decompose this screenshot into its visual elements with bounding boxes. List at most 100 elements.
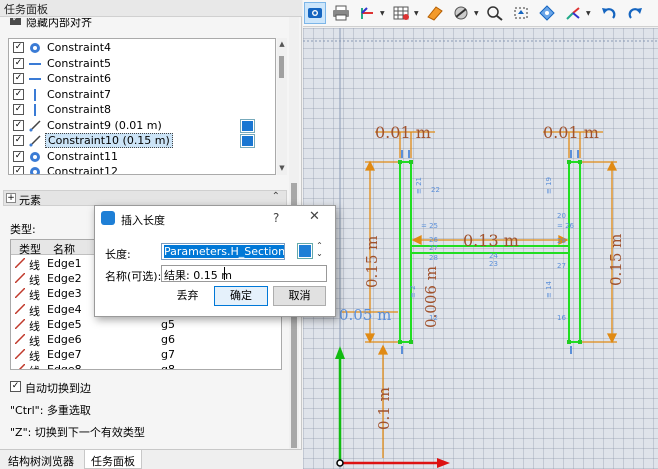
orbit-dropdown-icon[interactable]: ▼ xyxy=(586,10,591,17)
dialog-title: 插入长度 xyxy=(121,214,165,227)
expression-icon[interactable] xyxy=(240,134,255,148)
constraint-label: Constraint12 xyxy=(47,165,119,175)
constraint-list[interactable]: ✓ Constraint4 ✓ Constraint5 ✓ Constraint6 ✓ Con… xyxy=(8,38,276,175)
svg-text:20: 20 xyxy=(557,212,566,220)
undo-icon[interactable] xyxy=(598,2,620,24)
column-header-name[interactable]: 名称 xyxy=(53,241,75,257)
redo-icon[interactable] xyxy=(624,2,646,24)
scroll-up-arrow-icon[interactable]: ▲ xyxy=(277,40,287,48)
length-spinner-icon[interactable]: ⌃ ⌄ xyxy=(314,242,325,260)
svg-text:16: 16 xyxy=(557,314,566,322)
constraint-checkbox[interactable]: ✓ xyxy=(13,57,24,69)
table-row[interactable]: 线 Edge7 g7 xyxy=(11,347,281,363)
hint-ctrl-text: "Ctrl": 多重选取 xyxy=(10,404,91,417)
hide-internal-alignment-label: 隐藏内部对齐 xyxy=(26,18,92,29)
orbit-icon[interactable] xyxy=(562,2,584,24)
constraint-checkbox[interactable]: ✓ xyxy=(13,73,24,84)
constraint-list-scrollbar[interactable]: ▲ ▼ xyxy=(277,38,287,175)
table-row[interactable]: 线 Edge6 g6 xyxy=(11,332,281,348)
constraint-label: Constraint4 xyxy=(47,41,112,54)
fit-all-icon[interactable] xyxy=(510,2,532,24)
expand-toggle-icon[interactable]: + xyxy=(6,193,16,203)
edge-name: Edge8 xyxy=(47,363,82,370)
collapse-caret-icon[interactable]: ⌃ xyxy=(272,191,280,202)
hint-z-text: "Z": 切换到下一个有效类型 xyxy=(10,426,145,439)
origin-point xyxy=(336,459,344,467)
edge-name: Edge6 xyxy=(47,333,82,346)
axis-icon[interactable] xyxy=(356,2,378,24)
expression-icon[interactable] xyxy=(240,118,255,133)
constraint-row[interactable]: ✓ Constraint4 xyxy=(9,40,275,56)
constraint-row[interactable]: ✓ Constraint5 xyxy=(9,56,275,72)
table-row[interactable]: 线 Edge8 g8 xyxy=(11,362,281,370)
name-input[interactable]: 结果: 0.15 m xyxy=(161,265,327,282)
elements-section-title: 元素 xyxy=(19,194,41,207)
close-icon[interactable]: ✕ xyxy=(309,209,320,224)
dim-label-web-thickness: 0.006 m xyxy=(422,266,440,328)
view-camera-icon[interactable] xyxy=(304,2,326,24)
grid-icon[interactable] xyxy=(390,2,412,24)
section-icon[interactable] xyxy=(450,2,472,24)
constraint-row[interactable]: ✓ Constraint6 xyxy=(9,71,275,87)
section-dropdown-icon[interactable]: ▼ xyxy=(474,10,479,17)
vertical-line-icon xyxy=(29,88,41,101)
elements-section-header[interactable]: + 元素 ⌃ xyxy=(3,190,287,207)
dim-label-height-right: 0.15 m xyxy=(607,234,625,286)
dialog-titlebar[interactable]: 插入长度 ? ✕ xyxy=(95,206,335,230)
constraint-row[interactable]: ✓ Constraint11 xyxy=(9,149,275,165)
print-icon[interactable] xyxy=(330,2,352,24)
svg-text:27: 27 xyxy=(429,244,438,252)
scroll-down-arrow-icon[interactable]: ▼ xyxy=(277,164,287,172)
tab-structure-browser[interactable]: 结构树浏览器 xyxy=(2,450,80,469)
view-toolbar: ▼ ▼ ▼ ▼ xyxy=(303,0,658,27)
constraint-label: Constraint9 (0.01 m) xyxy=(47,118,162,132)
hide-internal-alignment-checkbox[interactable]: ✓ xyxy=(10,18,21,25)
x-axis-arrow-icon xyxy=(437,458,450,468)
constraint-checkbox[interactable]: ✓ xyxy=(13,150,24,162)
cancel-button[interactable]: 取消 xyxy=(273,286,326,306)
line-edge-icon xyxy=(14,318,26,330)
hide-internal-alignment-row[interactable]: ✓ 隐藏内部对齐 xyxy=(8,18,288,30)
constraint-row[interactable]: ✓ Constraint12 xyxy=(9,164,275,175)
length-input[interactable]: Parameters.H_Section_L xyxy=(161,243,285,260)
constraint-row[interactable]: ✓ Constraint8 xyxy=(9,102,275,118)
line-edge-icon xyxy=(14,257,26,269)
sketch-canvas[interactable]: ≡ 21 22 = 25 26 27 28 23 24 ≡ 19 20 = 26… xyxy=(303,28,658,469)
length-input-selected-text: Parameters.H_Section_L xyxy=(164,245,284,258)
constraint-checkbox[interactable]: ✓ xyxy=(13,88,24,100)
constraint-checkbox[interactable]: ✓ xyxy=(13,166,24,174)
constraint-checkbox[interactable]: ✓ xyxy=(13,104,24,115)
expression-button-icon[interactable] xyxy=(297,243,313,259)
tab-task-panel[interactable]: 任务面板 xyxy=(84,450,142,469)
edge-name: Edge4 xyxy=(47,302,82,316)
auto-switch-checkbox[interactable]: ✓ xyxy=(10,381,21,392)
rotate-icon[interactable] xyxy=(536,2,558,24)
snap-icon[interactable] xyxy=(424,2,446,24)
discard-button[interactable]: 丢弃 xyxy=(161,286,214,306)
insert-length-dialog: 插入长度 ? ✕ 长度: Parameters.H_Section_L ⌃ ⌄ 名… xyxy=(94,205,336,317)
grid-dropdown-icon[interactable]: ▼ xyxy=(414,10,419,17)
column-header-type[interactable]: 类型 xyxy=(19,241,41,257)
constraint-row[interactable]: ✓ Constraint9 (0.01 m) xyxy=(9,118,275,134)
axis-dropdown-icon[interactable]: ▼ xyxy=(380,10,385,17)
help-icon[interactable]: ? xyxy=(273,211,279,225)
constraint-label: Constraint5 xyxy=(47,56,112,70)
svg-text:24: 24 xyxy=(489,252,498,260)
dim-label-top-right: 0.01 m xyxy=(543,123,599,142)
edge-name: Edge5 xyxy=(47,317,82,331)
constraint-row[interactable]: ✓ Constraint7 xyxy=(9,87,275,103)
y-axis-arrow-icon xyxy=(335,346,345,359)
svg-text:23: 23 xyxy=(489,260,498,268)
dim-label-top-left: 0.01 m xyxy=(375,123,431,142)
table-row[interactable]: 线 Edge5 g5 xyxy=(11,317,281,333)
constraint-checkbox[interactable]: ✓ xyxy=(13,42,24,53)
edge-group: g5 xyxy=(161,317,175,331)
ok-button[interactable]: 确定 xyxy=(214,286,268,306)
constraint-checkbox[interactable]: ✓ xyxy=(13,135,24,146)
svg-text:27: 27 xyxy=(557,262,566,270)
fit-selection-icon[interactable] xyxy=(484,2,506,24)
constraint-label: Constraint10 (0.15 m) xyxy=(45,133,173,148)
constraint-checkbox[interactable]: ✓ xyxy=(13,119,24,131)
constraint-row[interactable]: ✓ Constraint10 (0.15 m) xyxy=(9,133,275,149)
scroll-thumb[interactable] xyxy=(279,56,284,78)
